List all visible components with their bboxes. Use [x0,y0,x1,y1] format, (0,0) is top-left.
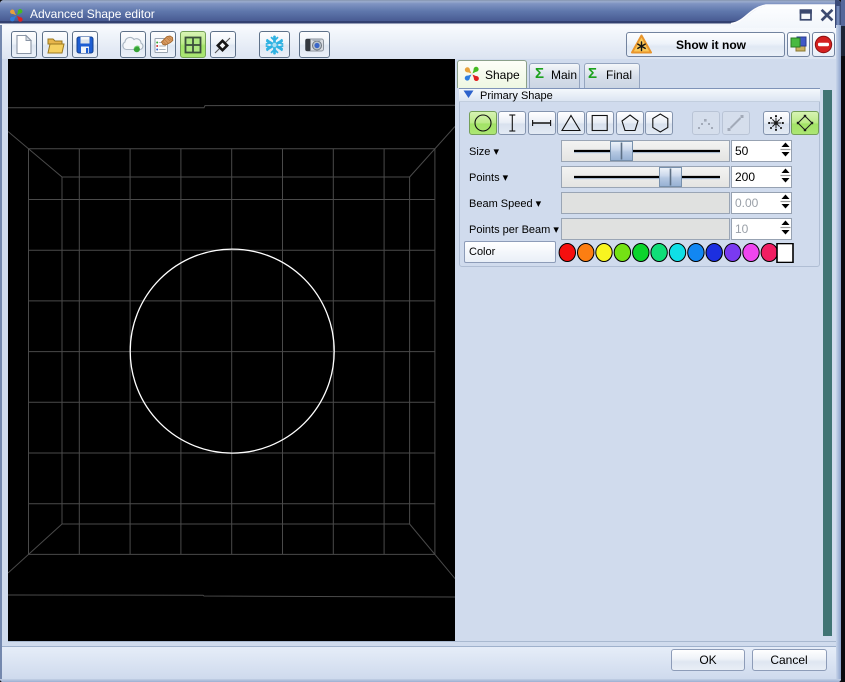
svg-text:Σ: Σ [535,65,544,82]
svg-text:Shape: Shape [485,68,520,82]
svg-text:Advanced Shape editor: Advanced Shape editor [30,7,155,21]
svg-text:Σ: Σ [588,65,597,82]
svg-text:Main: Main [551,68,577,82]
svg-text:Final: Final [606,68,632,82]
